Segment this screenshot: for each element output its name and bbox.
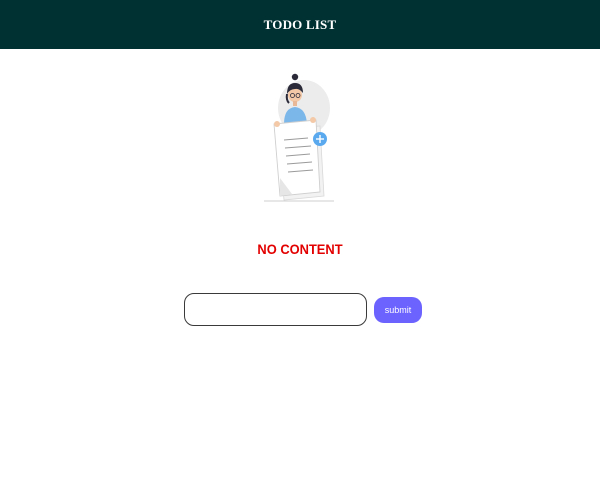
submit-button[interactable]: submit bbox=[374, 297, 422, 323]
todo-input[interactable] bbox=[184, 293, 367, 326]
app-header: TODO LIST bbox=[0, 0, 600, 49]
app-title: TODO LIST bbox=[263, 16, 337, 32]
no-content-message: NO CONTENT bbox=[257, 241, 343, 257]
empty-state-illustration bbox=[264, 73, 334, 202]
